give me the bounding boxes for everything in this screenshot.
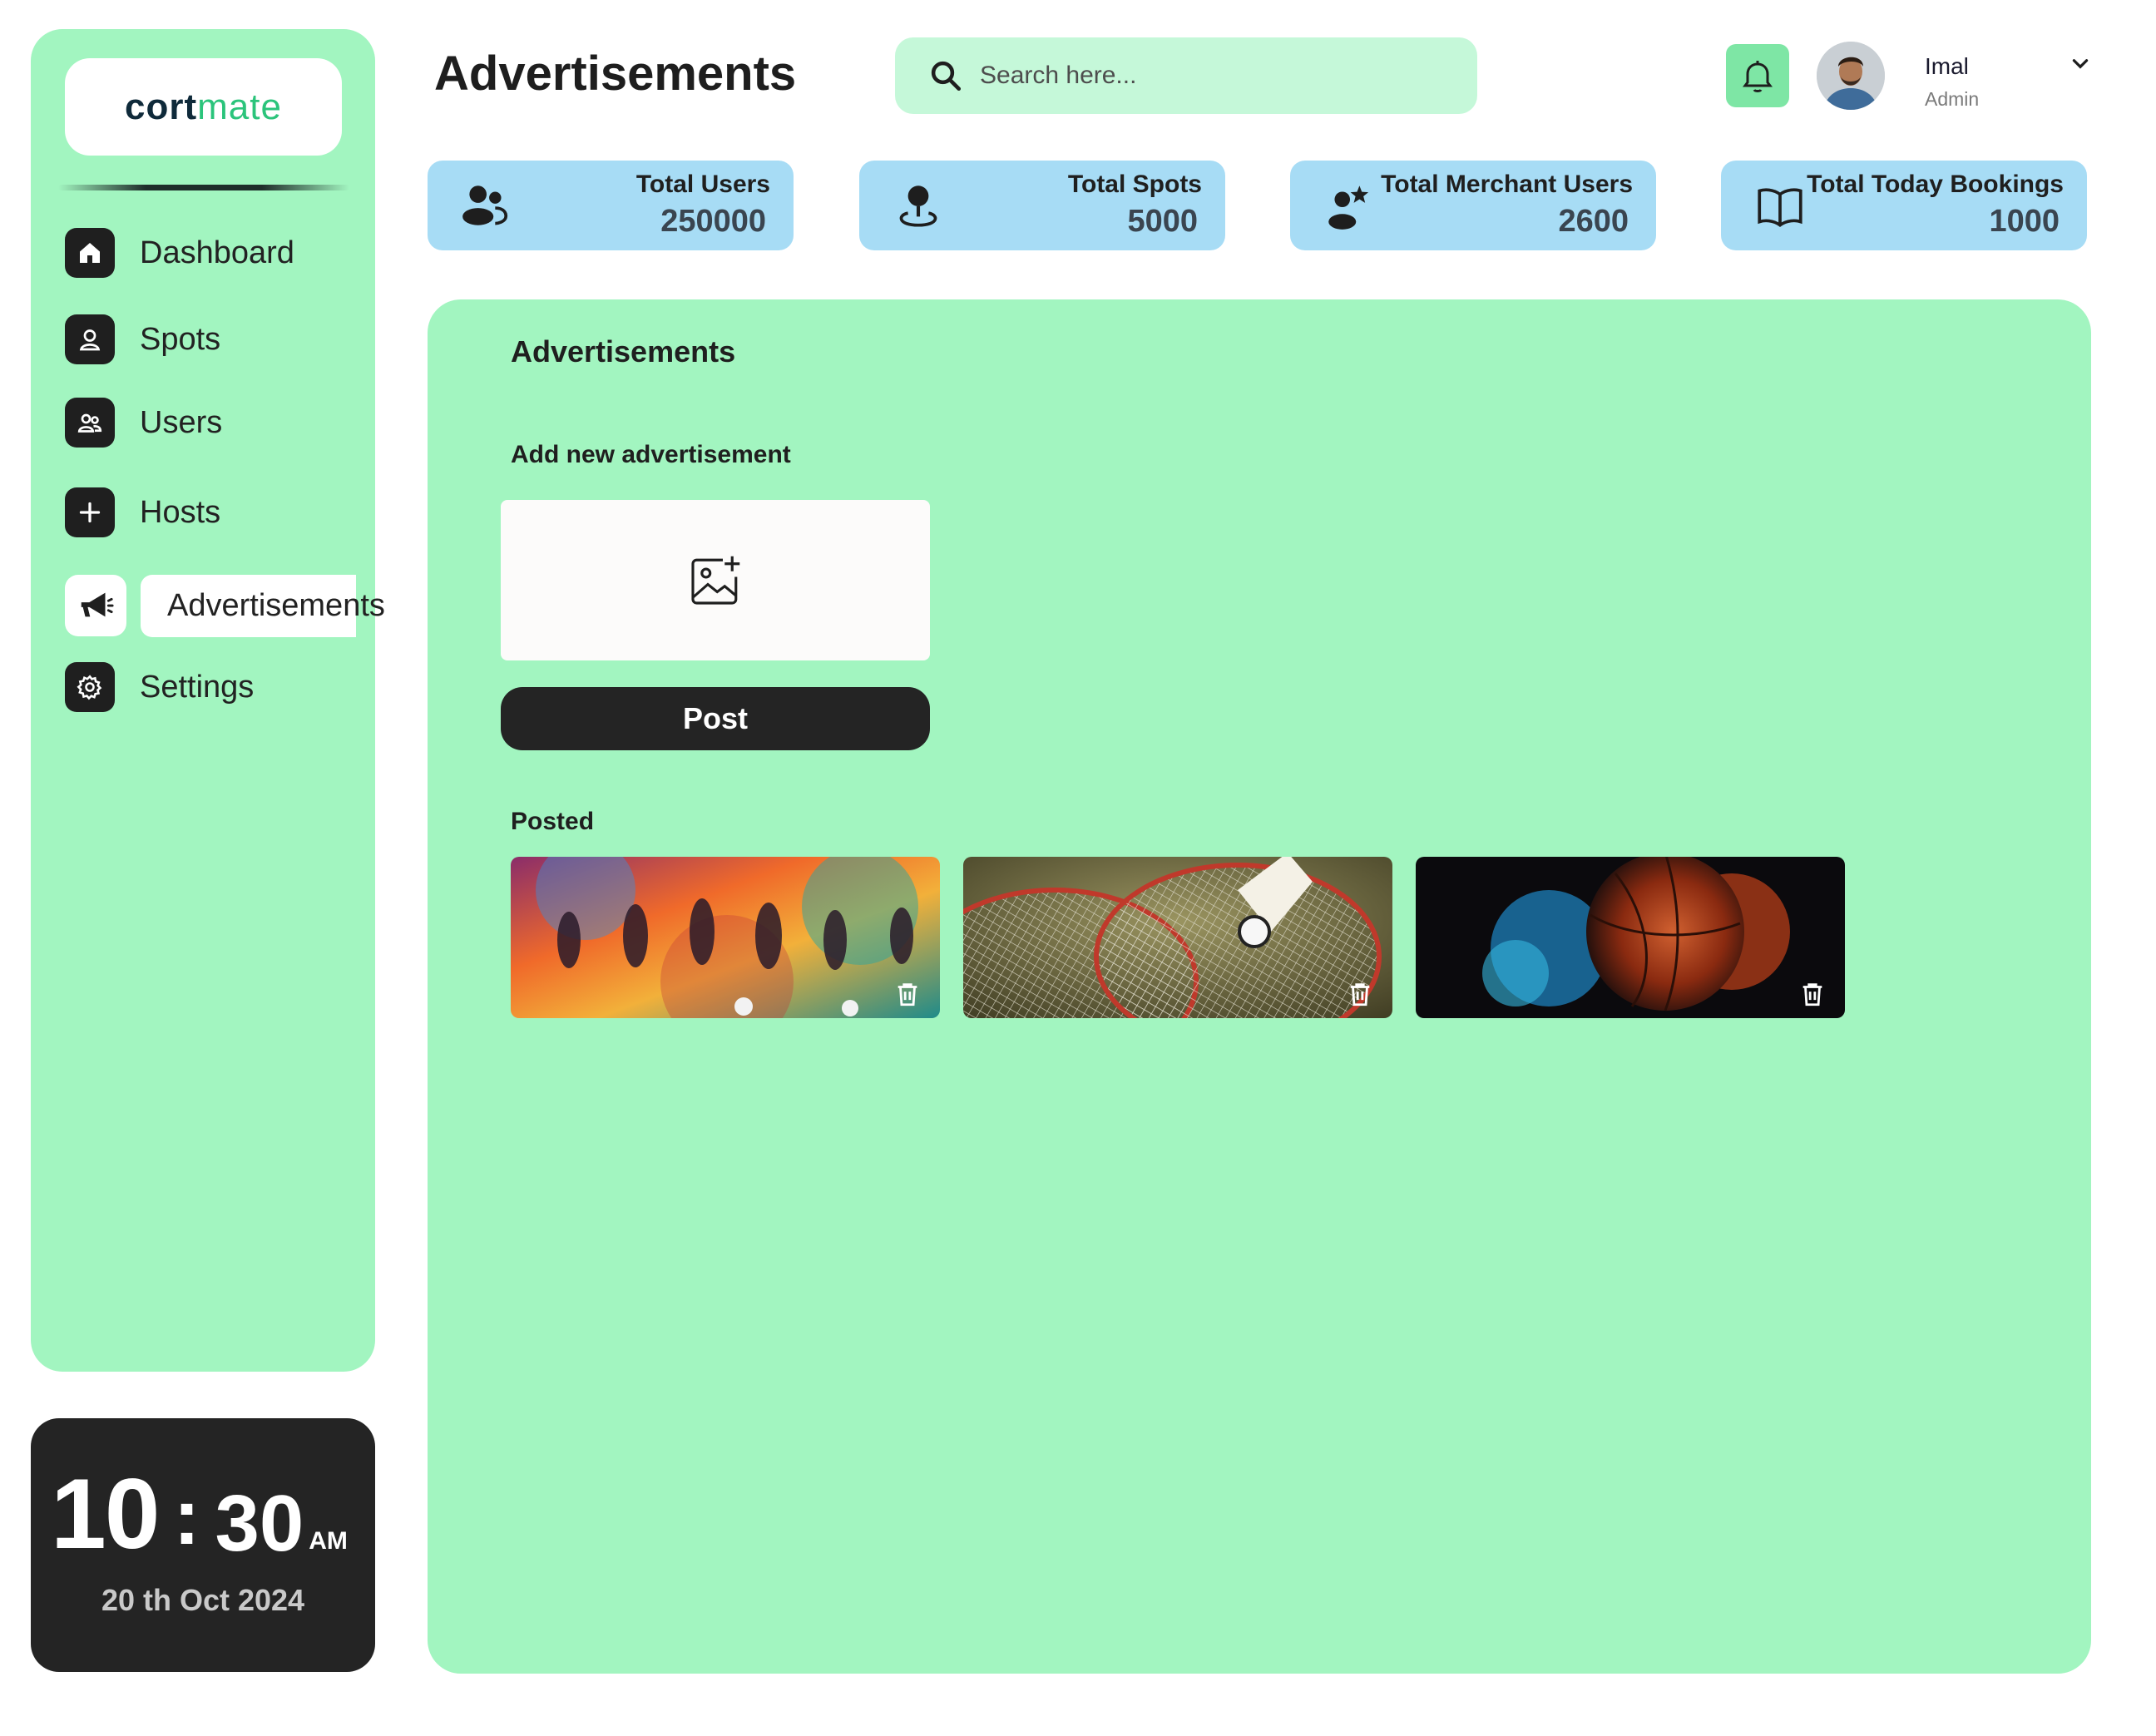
stat-card-total-merchant-users: Total Merchant Users 2600 bbox=[1290, 161, 1656, 250]
chevron-down-icon[interactable] bbox=[2069, 55, 2091, 72]
avatar[interactable] bbox=[1817, 42, 1885, 110]
clock-minute: 30 bbox=[215, 1479, 304, 1568]
book-icon bbox=[1758, 188, 1802, 228]
merchant-star-icon bbox=[1328, 185, 1369, 230]
bell-icon bbox=[1743, 61, 1773, 92]
sidebar-item-users[interactable]: Users bbox=[65, 396, 222, 449]
home-icon bbox=[65, 228, 115, 278]
clock-time: 10 : 30 AM bbox=[51, 1464, 375, 1564]
posted-ad-badminton[interactable] bbox=[963, 857, 1392, 1018]
sidebar-item-hosts[interactable]: Hosts bbox=[65, 486, 220, 539]
stat-card-total-spots: Total Spots 5000 bbox=[859, 161, 1225, 250]
brand-logo-part2: mate bbox=[197, 86, 282, 127]
search-input[interactable] bbox=[978, 61, 1447, 91]
users-icon bbox=[65, 398, 115, 448]
brand-logo[interactable]: cort mate bbox=[65, 58, 342, 156]
stat-card-total-today-bookings: Total Today Bookings 1000 bbox=[1721, 161, 2087, 250]
trash-icon[interactable] bbox=[1346, 980, 1374, 1008]
stat-value: 1000 bbox=[1989, 204, 2060, 239]
trash-icon[interactable] bbox=[893, 980, 922, 1008]
page-title: Advertisements bbox=[434, 47, 797, 101]
stat-value: 2600 bbox=[1558, 204, 1629, 239]
image-upload-dropzone[interactable] bbox=[501, 500, 930, 660]
ad-image bbox=[511, 857, 940, 1018]
clock-hour: 10 bbox=[51, 1458, 160, 1570]
section-title: Advertisements bbox=[511, 334, 736, 368]
ad-image bbox=[963, 857, 1392, 1018]
sidebar-item-label: Hosts bbox=[140, 494, 221, 530]
sidebar-item-label: Settings bbox=[140, 669, 255, 705]
location-icon bbox=[65, 314, 115, 364]
clock-date: 20 th Oct 2024 bbox=[101, 1583, 305, 1617]
posted-label: Posted bbox=[511, 808, 595, 835]
users-icon bbox=[462, 185, 508, 225]
search-bar[interactable] bbox=[895, 37, 1477, 114]
sidebar-item-label: Users bbox=[140, 404, 223, 440]
sidebar-item-label: Advertisements bbox=[141, 574, 385, 637]
brand-logo-part1: cort bbox=[125, 86, 198, 127]
plus-icon bbox=[65, 487, 115, 537]
location-pin-icon bbox=[899, 185, 937, 227]
sidebar-item-dashboard[interactable]: Dashboard bbox=[65, 226, 294, 279]
clock-widget: 10 : 30 AM 20 th Oct 2024 bbox=[31, 1418, 375, 1672]
stat-card-total-users: Total Users 250000 bbox=[428, 161, 794, 250]
clock-separator: : bbox=[173, 1472, 200, 1561]
sidebar-item-settings[interactable]: Settings bbox=[65, 660, 254, 714]
sidebar-divider bbox=[58, 185, 349, 190]
stat-value: 250000 bbox=[660, 204, 766, 239]
post-button[interactable]: Post bbox=[501, 687, 930, 750]
user-role: Admin bbox=[1925, 88, 1980, 110]
user-name[interactable]: Imal bbox=[1925, 53, 1969, 80]
megaphone-icon bbox=[65, 575, 126, 636]
clock-ampm: AM bbox=[309, 1527, 348, 1555]
ad-image bbox=[1416, 857, 1845, 1018]
trash-icon[interactable] bbox=[1798, 980, 1827, 1008]
sidebar-item-advertisements[interactable]: Advertisements bbox=[65, 574, 385, 637]
stat-label: Total Spots bbox=[1067, 171, 1202, 198]
add-image-icon bbox=[691, 556, 740, 605]
posted-ad-basketball[interactable] bbox=[1416, 857, 1845, 1018]
stat-value: 5000 bbox=[1127, 204, 1198, 239]
gear-icon bbox=[65, 662, 115, 712]
stat-label: Total Users bbox=[635, 171, 770, 198]
notification-button[interactable] bbox=[1726, 44, 1789, 107]
sidebar-item-label: Dashboard bbox=[140, 235, 294, 270]
add-advertisement-label: Add new advertisement bbox=[511, 441, 791, 468]
sidebar-item-spots[interactable]: Spots bbox=[65, 313, 220, 366]
posted-ad-soccer[interactable] bbox=[511, 857, 940, 1018]
stat-label: Total Today Bookings bbox=[1807, 171, 2064, 198]
search-icon bbox=[931, 61, 962, 91]
stat-label: Total Merchant Users bbox=[1381, 171, 1633, 198]
sidebar-item-label: Spots bbox=[140, 321, 221, 357]
